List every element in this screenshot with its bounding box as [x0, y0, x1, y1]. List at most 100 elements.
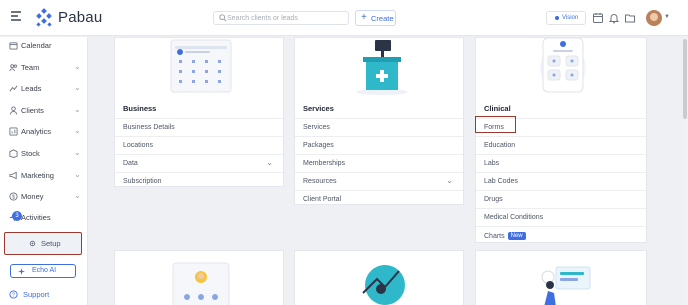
pabau-logo-icon — [36, 8, 52, 27]
bottom-card-middle — [294, 250, 464, 305]
user-avatar[interactable] — [646, 10, 662, 26]
card-row-memberships[interactable]: Memberships — [295, 154, 463, 172]
card-row-business-details[interactable]: Business Details — [115, 118, 283, 136]
card-row-charts[interactable]: Charts New — [476, 226, 646, 244]
row-label: Subscription — [123, 178, 162, 185]
row-label: Medical Conditions — [484, 214, 544, 221]
row-label: Client Portal — [303, 196, 342, 203]
sidebar-item-marketing[interactable]: Marketing ⌄ — [0, 167, 88, 185]
create-button[interactable]: + Create — [355, 10, 396, 26]
folder-icon[interactable] — [624, 12, 636, 24]
vision-label: Vision — [562, 15, 579, 21]
row-label: Business Details — [123, 124, 175, 131]
leads-icon — [9, 85, 18, 92]
sidebar-item-label: Marketing — [21, 171, 54, 180]
chevron-down-icon: ⌄ — [74, 191, 81, 200]
chevron-down-icon: ⌄ — [74, 62, 81, 71]
search-input[interactable]: Search clients or leads — [213, 11, 349, 25]
echo-ai-label: Echo AI — [32, 267, 57, 274]
services-card: Services Services Packages Memberships R… — [294, 37, 464, 205]
sidebar: Calendar Team ⌄ Leads ⌄ Clients ⌄ Analyt… — [0, 37, 88, 305]
sidebar-item-leads[interactable]: Leads ⌄ — [0, 80, 88, 98]
chevron-down-icon: ⌄ — [74, 83, 81, 92]
card-row-medical-conditions[interactable]: Medical Conditions — [476, 208, 646, 226]
card-row-subscription[interactable]: Subscription — [115, 172, 283, 188]
sidebar-item-label: Clients — [21, 106, 44, 115]
vision-button[interactable]: Vision — [546, 11, 586, 25]
sidebar-item-calendar[interactable]: Calendar — [0, 37, 88, 55]
sidebar-item-label: Analytics — [21, 127, 52, 136]
team-illustration — [172, 262, 230, 305]
row-label: Packages — [303, 142, 334, 149]
chevron-down-icon: ⌄ — [74, 170, 81, 179]
svg-text:?: ? — [12, 293, 15, 299]
app-name: Pabau — [58, 9, 103, 26]
menu-icon[interactable] — [11, 11, 21, 21]
card-row-lab-codes[interactable]: Lab Codes — [476, 172, 646, 190]
row-label: Data — [123, 160, 138, 167]
card-title: Business — [123, 104, 157, 113]
card-row-locations[interactable]: Locations — [115, 136, 283, 154]
page-scrollbar[interactable] — [682, 37, 688, 305]
business-card: Business Business Details Locations Data… — [114, 37, 284, 187]
clients-icon — [9, 106, 18, 115]
sidebar-item-label: Money — [21, 192, 44, 201]
sidebar-item-label: Activities — [21, 213, 51, 222]
row-label: Resources — [303, 178, 337, 185]
card-row-services[interactable]: Services — [295, 118, 463, 136]
sidebar-item-analytics[interactable]: Analytics ⌄ — [0, 123, 88, 141]
row-label: Lab Codes — [484, 178, 518, 185]
forms-highlight — [475, 116, 516, 133]
gear-icon — [29, 240, 36, 247]
services-illustration — [356, 40, 408, 95]
scrollbar-thumb[interactable] — [683, 39, 687, 119]
chevron-down-icon: ⌄ — [74, 148, 81, 157]
team-icon — [9, 64, 17, 72]
row-label: Charts New — [484, 232, 526, 241]
bottom-card-left — [114, 250, 284, 305]
sidebar-item-label: Calendar — [21, 41, 52, 50]
money-icon: $ — [9, 192, 18, 201]
charts-label: Charts — [484, 233, 505, 240]
sidebar-item-team[interactable]: Team ⌄ — [0, 59, 88, 77]
top-bar: Pabau Search clients or leads + Create V… — [0, 0, 688, 36]
bell-icon[interactable] — [608, 12, 620, 24]
chevron-down-icon[interactable]: ▼ — [664, 14, 670, 20]
card-row-data[interactable]: Data ⌄ — [115, 154, 283, 172]
sidebar-item-label: Stock — [21, 149, 40, 158]
sparkle-icon — [18, 268, 25, 275]
bottom-card-right — [475, 250, 647, 305]
sidebar-item-label: Setup — [41, 239, 61, 248]
chevron-down-icon: ⌄ — [446, 176, 453, 185]
card-row-labs[interactable]: Labs — [476, 154, 646, 172]
support-label: Support — [23, 290, 50, 299]
svg-text:$: $ — [12, 195, 15, 201]
card-row-packages[interactable]: Packages — [295, 136, 463, 154]
row-label: Memberships — [303, 160, 346, 167]
marketing-illustration — [362, 265, 405, 305]
row-label: Drugs — [484, 196, 503, 203]
marketing-icon — [9, 171, 17, 180]
card-row-client-portal[interactable]: Client Portal — [295, 190, 463, 206]
analytics-icon — [9, 127, 18, 136]
echo-ai-button[interactable]: Echo AI — [10, 264, 76, 278]
chevron-down-icon: ⌄ — [74, 105, 81, 114]
chevron-down-icon: ⌄ — [266, 158, 273, 167]
vision-icon — [555, 16, 559, 20]
calendar-icon — [9, 42, 18, 50]
sidebar-item-clients[interactable]: Clients ⌄ — [0, 102, 88, 120]
card-row-resources[interactable]: Resources ⌄ — [295, 172, 463, 190]
stock-icon — [9, 149, 18, 158]
clinical-illustration — [540, 38, 586, 93]
sidebar-item-stock[interactable]: Stock ⌄ — [0, 145, 88, 163]
chevron-down-icon: ⌄ — [74, 126, 81, 135]
row-label: Labs — [484, 160, 500, 167]
card-row-drugs[interactable]: Drugs — [476, 190, 646, 208]
row-label: Education — [484, 142, 516, 149]
plus-icon: + — [361, 12, 367, 23]
calendar-check-icon[interactable] — [592, 12, 604, 24]
sidebar-item-label: Team — [21, 63, 40, 72]
sidebar-item-setup[interactable]: Setup — [4, 232, 82, 255]
sidebar-item-money[interactable]: $ Money ⌄ — [0, 188, 88, 206]
card-row-education[interactable]: Education — [476, 136, 646, 154]
